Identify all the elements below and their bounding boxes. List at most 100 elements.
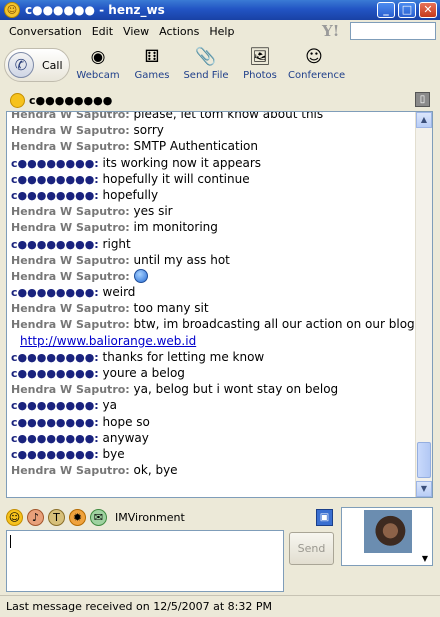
message-row: Hendra W Saputro: SMTP Authentication [11,138,411,154]
scroll-thumb[interactable] [417,442,431,478]
menu-view[interactable]: View [123,25,149,38]
message-text: hope so [102,414,150,429]
message-text: im monitoring [133,220,218,235]
message-sender: c●●●●●●●●: [11,172,99,186]
send-button[interactable]: Send [289,532,334,565]
message-sender: Hendra W Saputro: [11,140,130,154]
format-toolbar: ☺ ♪ T ✹ ✉ IMVironment [6,506,306,528]
message-row: c●●●●●●●●: ya [11,397,411,413]
font-settings-icon[interactable]: T [48,508,65,526]
minimize-button[interactable]: _ [377,2,395,18]
menu-conversation[interactable]: Conversation [9,25,82,38]
messenger-smiley-icon: ☺ [4,2,20,18]
message-text: SMTP Authentication [133,139,258,154]
message-row: Hendra W Saputro: [11,268,411,284]
message-row: Hendra W Saputro: btw, im broadcasting a… [11,316,431,332]
games-button[interactable]: ⚅ Games [126,42,178,81]
contact-name[interactable]: c●●●●●●●● [29,94,112,107]
send-file-label: Send File [183,70,229,81]
message-sender: c●●●●●●●●: [11,237,99,251]
conference-icon: ☺ [305,47,323,67]
menu-actions[interactable]: Actions [159,25,199,38]
message-sender: c●●●●●●●●: [11,367,99,380]
message-text: thanks for letting me know [102,349,265,364]
maximize-button[interactable]: □ [398,2,416,18]
message-row: Hendra W Saputro: sorry [11,122,411,138]
message-sender: c●●●●●●●●: [11,431,99,445]
message-row: c●●●●●●●●: hopefully it will continue [11,171,411,187]
message-sender: c●●●●●●●●: [11,447,99,461]
message-sender: Hendra W Saputro: [11,111,130,121]
message-row: Hendra W Saputro: ok, bye [11,462,411,478]
message-sender: c●●●●●●●●: [11,156,99,170]
message-text: ya, belog but i wont stay on belog [133,382,339,397]
menu-edit[interactable]: Edit [92,25,113,38]
message-text: weird [102,285,136,300]
message-sender: c●●●●●●●●: [11,188,99,202]
imvironment-icon[interactable]: ✉ [90,508,107,526]
menu-bar: Conversation Edit View Actions Help Y! [0,20,440,42]
send-file-button[interactable]: 📎 Send File [180,42,232,81]
message-sender: c●●●●●●●●: [11,415,99,429]
webcam-icon: ◉ [90,47,106,67]
blog-link[interactable]: http://www.baliorange.web.id [20,334,196,348]
message-text: ya [102,398,118,413]
games-label: Games [134,70,170,81]
message-row: c●●●●●●●●: hope so [11,414,411,430]
message-row: Hendra W Saputro: yes sir [11,203,411,219]
imvironment-label[interactable]: IMVironment [115,511,185,524]
contact-details-icon[interactable]: ▯ [415,92,430,107]
message-text: until my ass hot [133,252,230,267]
webcam-label: Webcam [76,70,120,81]
message-input[interactable] [6,530,284,592]
message-text: anyway [102,430,149,445]
message-text: ok, bye [133,463,178,478]
chat-scrollbar[interactable]: ▲ ▼ [415,112,432,497]
call-label: Call [42,58,63,72]
message-text: yes sir [133,204,173,219]
photos-label: Photos [243,70,277,81]
conference-label: Conference [288,70,346,81]
window-title: c●●●●●● - henz_ws [25,3,165,17]
scroll-up-button[interactable]: ▲ [416,112,432,128]
message-text: btw, im broadcasting all our action on o… [133,317,431,332]
conference-button[interactable]: ☺ Conference [288,42,346,81]
message-link-row: http://www.baliorange.web.id [11,333,411,349]
photos-icon: 🖼 [249,47,271,67]
message-sender: Hendra W Saputro: [11,464,130,478]
message-text: right [102,236,131,251]
message-sender: Hendra W Saputro: [11,383,130,397]
message-list: Hendra W Saputro: please, let tom know a… [11,111,431,478]
photos-button[interactable]: 🖼 Photos [234,42,286,81]
message-text: too many sit [133,301,209,316]
buzz-icon[interactable]: ✹ [69,508,86,526]
message-sender: Hendra W Saputro: [11,318,130,332]
message-sender: c●●●●●●●●: [11,286,99,300]
webcam-button[interactable]: ◉ Webcam [72,42,124,81]
call-button[interactable]: ✆ Call [4,48,70,82]
chat-history[interactable]: Hendra W Saputro: please, let tom know a… [6,111,433,498]
send-file-icon: 📎 [195,47,217,67]
scroll-down-button[interactable]: ▼ [416,481,432,497]
display-image-icon[interactable]: ▣ [316,509,333,526]
message-text: hopefully [102,187,159,202]
title-bar: ☺ c●●●●●● - henz_ws _ □ ✕ [0,0,440,20]
message-sender: Hendra W Saputro: [11,124,130,138]
message-row: c●●●●●●●●: anyway [11,430,411,446]
games-icon: ⚅ [144,47,160,67]
message-row: Hendra W Saputro: im monitoring [11,219,411,235]
message-row: c●●●●●●●●: thanks for letting me know [11,349,411,365]
status-bar: Last message received on 12/5/2007 at 8:… [0,595,440,617]
contact-bar: c●●●●●●●● ▯ [0,90,440,110]
message-text: its working now it appears [102,155,262,170]
message-sender: Hendra W Saputro: [11,221,130,235]
avatar-dropdown-icon[interactable]: ▼ [341,553,433,566]
menu-help[interactable]: Help [209,25,234,38]
message-sender: c●●●●●●●●: [11,350,99,364]
emoticons-icon[interactable]: ☺ [6,508,23,526]
close-button[interactable]: ✕ [419,2,437,18]
message-text: youre a belog [102,366,185,380]
audibles-icon[interactable]: ♪ [27,508,44,526]
web-search-input[interactable] [350,22,436,40]
message-text: sorry [133,123,164,138]
